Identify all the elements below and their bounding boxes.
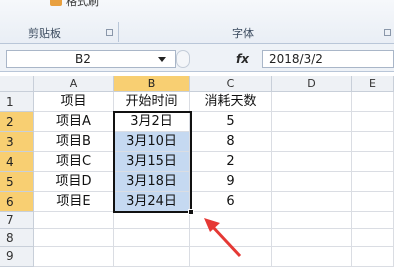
cell-e2[interactable]	[352, 112, 394, 132]
name-box[interactable]: B2	[6, 50, 176, 68]
cell-d7[interactable]	[272, 212, 352, 229]
col-header-c[interactable]: C	[190, 76, 272, 92]
fill-handle[interactable]	[188, 209, 194, 215]
row-header-9[interactable]: 9	[0, 247, 34, 267]
row-header-8[interactable]: 8	[0, 229, 34, 247]
col-header-b[interactable]: B	[114, 76, 190, 92]
clipboard-dialog-launcher-icon[interactable]	[106, 29, 113, 36]
cell-c5[interactable]: 9	[190, 172, 272, 192]
cell-d2[interactable]	[272, 112, 352, 132]
selection-border	[113, 111, 192, 213]
cell-e6[interactable]	[352, 192, 394, 212]
cell-a5[interactable]: 项目D	[34, 172, 114, 192]
cell-b9[interactable]	[114, 247, 190, 267]
cell-c2[interactable]: 5	[190, 112, 272, 132]
cell-d1[interactable]	[272, 92, 352, 112]
cell-a8[interactable]	[34, 229, 114, 247]
cell-a4[interactable]: 项目C	[34, 152, 114, 172]
row-header-6[interactable]: 6	[0, 192, 34, 212]
cell-e1[interactable]	[352, 92, 394, 112]
cell-c1[interactable]: 消耗天数	[190, 92, 272, 112]
cell-b1[interactable]: 开始时间	[114, 92, 190, 112]
cell-d4[interactable]	[272, 152, 352, 172]
font-dialog-launcher-icon[interactable]	[384, 29, 391, 36]
fx-icon[interactable]: fx	[236, 52, 249, 66]
cell-d8[interactable]	[272, 229, 352, 247]
cell-b8[interactable]	[114, 229, 190, 247]
cell-e9[interactable]	[352, 247, 394, 267]
group-divider	[118, 22, 119, 42]
cell-a6[interactable]: 项目E	[34, 192, 114, 212]
cell-a7[interactable]	[34, 212, 114, 229]
cell-e8[interactable]	[352, 229, 394, 247]
row-header-7[interactable]: 7	[0, 212, 34, 229]
format-painter-icon	[50, 0, 62, 6]
cell-d5[interactable]	[272, 172, 352, 192]
col-header-e[interactable]: E	[352, 76, 394, 92]
row-header-4[interactable]: 4	[0, 152, 34, 172]
cell-a2[interactable]: 项目A	[34, 112, 114, 132]
cell-e4[interactable]	[352, 152, 394, 172]
col-header-d[interactable]: D	[272, 76, 352, 92]
cell-c4[interactable]: 2	[190, 152, 272, 172]
col-header-a[interactable]: A	[34, 76, 114, 92]
cell-c6[interactable]: 6	[190, 192, 272, 212]
cell-d9[interactable]	[272, 247, 352, 267]
cell-b7[interactable]	[114, 212, 190, 229]
formula-input[interactable]: 2018/3/2	[262, 50, 394, 68]
red-arrow-icon	[204, 218, 242, 258]
format-painter-label: 格式刷	[66, 0, 99, 8]
cell-a9[interactable]	[34, 247, 114, 267]
name-box-dropdown-icon[interactable]	[158, 57, 166, 62]
cell-d3[interactable]	[272, 132, 352, 152]
row-header-2[interactable]: 2	[0, 112, 34, 132]
row-header-1[interactable]: 1	[0, 92, 34, 112]
cell-a1[interactable]: 项目	[34, 92, 114, 112]
cell-d6[interactable]	[272, 192, 352, 212]
format-painter-button[interactable]: 格式刷	[50, 0, 120, 10]
select-all-corner[interactable]	[0, 76, 34, 92]
row-header-5[interactable]: 5	[0, 172, 34, 192]
cell-e7[interactable]	[352, 212, 394, 229]
row-header-3[interactable]: 3	[0, 132, 34, 152]
cell-e5[interactable]	[352, 172, 394, 192]
font-group-label: 字体	[232, 27, 254, 40]
cell-c3[interactable]: 8	[190, 132, 272, 152]
cell-e3[interactable]	[352, 132, 394, 152]
cell-a3[interactable]: 项目B	[34, 132, 114, 152]
clipboard-group-label: 剪贴板	[28, 27, 61, 40]
formula-divider-handle[interactable]	[176, 50, 190, 68]
